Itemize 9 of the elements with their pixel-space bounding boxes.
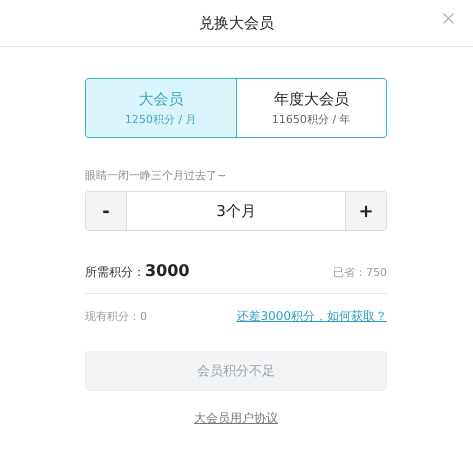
- agreement-link[interactable]: 大会员用户协议: [194, 410, 278, 427]
- current-points: 现有积分：0: [85, 309, 147, 324]
- required-points-value: 3000: [145, 261, 190, 280]
- required-points-label: 所需积分：: [85, 265, 145, 279]
- close-icon[interactable]: [443, 13, 454, 24]
- dialog-title: 兑换大会员: [199, 14, 274, 32]
- saved-points: 已省：750: [333, 265, 387, 280]
- plan-tab[interactable]: 年度大会员 11650积分 / 年: [236, 79, 386, 137]
- duration-hint: 眼睛一闭一睁三个月过去了~: [85, 168, 228, 183]
